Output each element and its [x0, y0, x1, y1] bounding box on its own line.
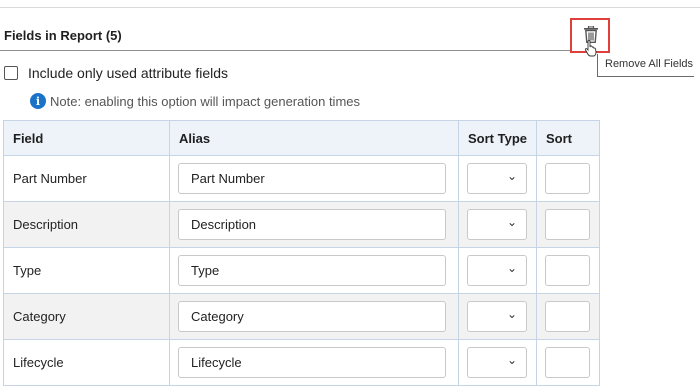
note-text: Note: enabling this option will impact g…: [50, 93, 361, 109]
alias-input[interactable]: Type: [178, 255, 446, 286]
chevron-down-icon: ⌄: [506, 215, 517, 229]
table-row: Lifecycle Lifecycle ⌄: [3, 339, 600, 386]
table-row: Category Category ⌄: [3, 293, 600, 340]
field-name-cell: Description: [3, 201, 170, 248]
alias-input[interactable]: Description: [178, 209, 446, 240]
top-divider: [0, 7, 700, 8]
sort-order-input[interactable]: [545, 209, 590, 240]
table-header-row: Field Alias Sort Type Sort: [3, 120, 600, 156]
field-name-cell: Lifecycle: [3, 339, 170, 386]
alias-input[interactable]: Part Number: [178, 163, 446, 194]
chevron-down-icon: ⌄: [506, 307, 517, 321]
sort-order-input[interactable]: [545, 347, 590, 378]
remove-all-fields-tooltip: Remove All Fields: [597, 54, 694, 77]
info-icon: i: [30, 93, 46, 109]
field-name-cell: Category: [3, 293, 170, 340]
sort-type-select[interactable]: ⌄: [467, 163, 527, 194]
sort-order-input[interactable]: [545, 255, 590, 286]
chevron-down-icon: ⌄: [506, 261, 517, 275]
sort-type-select[interactable]: ⌄: [467, 347, 527, 378]
include-used-fields-label[interactable]: Include only used attribute fields: [28, 65, 228, 81]
section-header: Fields in Report (5): [0, 23, 610, 51]
generation-note: i Note: enabling this option will impact…: [30, 92, 360, 110]
sort-order-input[interactable]: [545, 301, 590, 332]
sort-type-select[interactable]: ⌄: [467, 209, 527, 240]
section-title: Fields in Report (5): [4, 28, 122, 43]
alias-input[interactable]: Category: [178, 301, 446, 332]
alias-column-header: Alias: [169, 120, 459, 156]
field-column-header: Field: [3, 120, 170, 156]
field-name-cell: Type: [3, 247, 170, 294]
chevron-down-icon: ⌄: [506, 169, 517, 183]
alias-input[interactable]: Lifecycle: [178, 347, 446, 378]
fields-table: Field Alias Sort Type Sort Part Number P…: [3, 120, 600, 386]
hand-pointer-icon: [584, 40, 597, 57]
table-row: Description Description ⌄: [3, 201, 600, 248]
table-row: Part Number Part Number ⌄: [3, 155, 600, 202]
table-row: Type Type ⌄: [3, 247, 600, 294]
sort-order-input[interactable]: [545, 163, 590, 194]
sort-column-header: Sort: [536, 120, 600, 156]
sort-type-select[interactable]: ⌄: [467, 255, 527, 286]
chevron-down-icon: ⌄: [506, 353, 517, 367]
field-name-cell: Part Number: [3, 155, 170, 202]
include-used-fields-option[interactable]: Include only used attribute fields: [4, 64, 228, 82]
sort-type-column-header: Sort Type: [458, 120, 537, 156]
include-used-fields-checkbox[interactable]: [4, 66, 18, 80]
sort-type-select[interactable]: ⌄: [467, 301, 527, 332]
